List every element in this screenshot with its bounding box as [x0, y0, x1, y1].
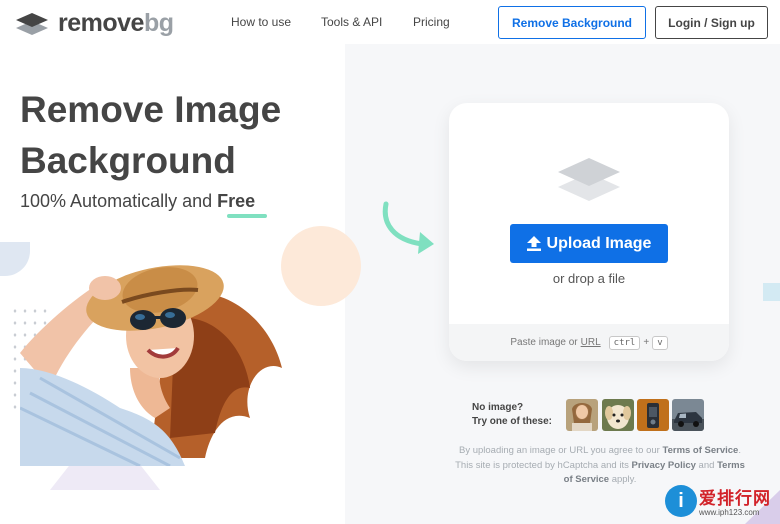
drop-file-text: or drop a file: [552, 271, 626, 286]
title-line-1: Remove Image: [20, 89, 282, 130]
remove-background-button[interactable]: Remove Background: [498, 6, 646, 39]
terms-of-service-link[interactable]: Terms of Service: [662, 445, 738, 456]
upload-image-label: Upload Image: [546, 234, 652, 252]
upload-image-button[interactable]: Upload Image: [510, 224, 668, 263]
privacy-policy-link[interactable]: Privacy Policy: [631, 460, 695, 471]
legal-text-1: By uploading an image or URL you agree t…: [458, 445, 663, 456]
product-thumbnail[interactable]: [637, 399, 669, 431]
try-one-text: Try one of these:: [472, 416, 553, 427]
car-thumbnail[interactable]: [672, 399, 704, 431]
page-title: Remove Image Background: [20, 84, 350, 186]
legal-text-3: and: [695, 459, 718, 471]
subtitle-prefix: 100% Automatically and: [20, 191, 218, 211]
sample-prompt: No image? Try one of these:: [472, 401, 552, 429]
subtitle-free: Free: [217, 191, 256, 211]
upload-card[interactable]: Upload Image or drop a file Paste image …: [449, 103, 729, 361]
layers-logo-icon: [16, 12, 48, 35]
nav-pricing[interactable]: Pricing: [413, 15, 450, 29]
login-signup-button[interactable]: Login / Sign up: [655, 6, 768, 39]
plus-sign: +: [643, 337, 650, 348]
watermark-url: www.iph123.com: [699, 508, 760, 517]
dog-thumbnail[interactable]: [602, 399, 634, 431]
free-underline: [227, 214, 267, 218]
decorative-peach-circle: [281, 226, 361, 306]
legal-text-4: apply.: [609, 474, 637, 485]
paste-url-link[interactable]: URL: [581, 337, 601, 348]
logo-word-remove: remove: [58, 9, 144, 37]
v-key: v: [652, 335, 668, 350]
upload-icon: [526, 236, 541, 251]
decorative-blue-square: [763, 283, 780, 301]
no-image-text: No image?: [472, 402, 524, 413]
ctrl-key: ctrl: [608, 335, 641, 350]
top-header: removebg How to use Tools & API Pricing …: [0, 0, 780, 44]
title-line-2: Background: [20, 140, 236, 181]
nav-how-to-use[interactable]: How to use: [231, 15, 291, 29]
logo-word-bg: bg: [143, 9, 174, 37]
hero-subtitle: 100% Automatically and Free: [20, 191, 255, 212]
curved-arrow-icon: [382, 201, 434, 254]
paste-prefix: Paste image or: [510, 337, 578, 348]
watermark-info-icon: i: [665, 485, 697, 517]
paste-bar: Paste image or URL ctrl + v: [449, 324, 729, 361]
woman-thumbnail[interactable]: [566, 399, 598, 431]
removebg-logo[interactable]: removebg: [14, 9, 174, 38]
site-watermark: i 爱排行网 www.iph123.com: [665, 484, 775, 522]
legal-notice: By uploading an image or URL you agree t…: [452, 444, 748, 488]
layers-placeholder-icon: [558, 158, 620, 201]
woman-with-hat-image: [20, 265, 282, 466]
watermark-text: 爱排行网: [699, 489, 771, 509]
nav-tools-api[interactable]: Tools & API: [321, 15, 382, 29]
